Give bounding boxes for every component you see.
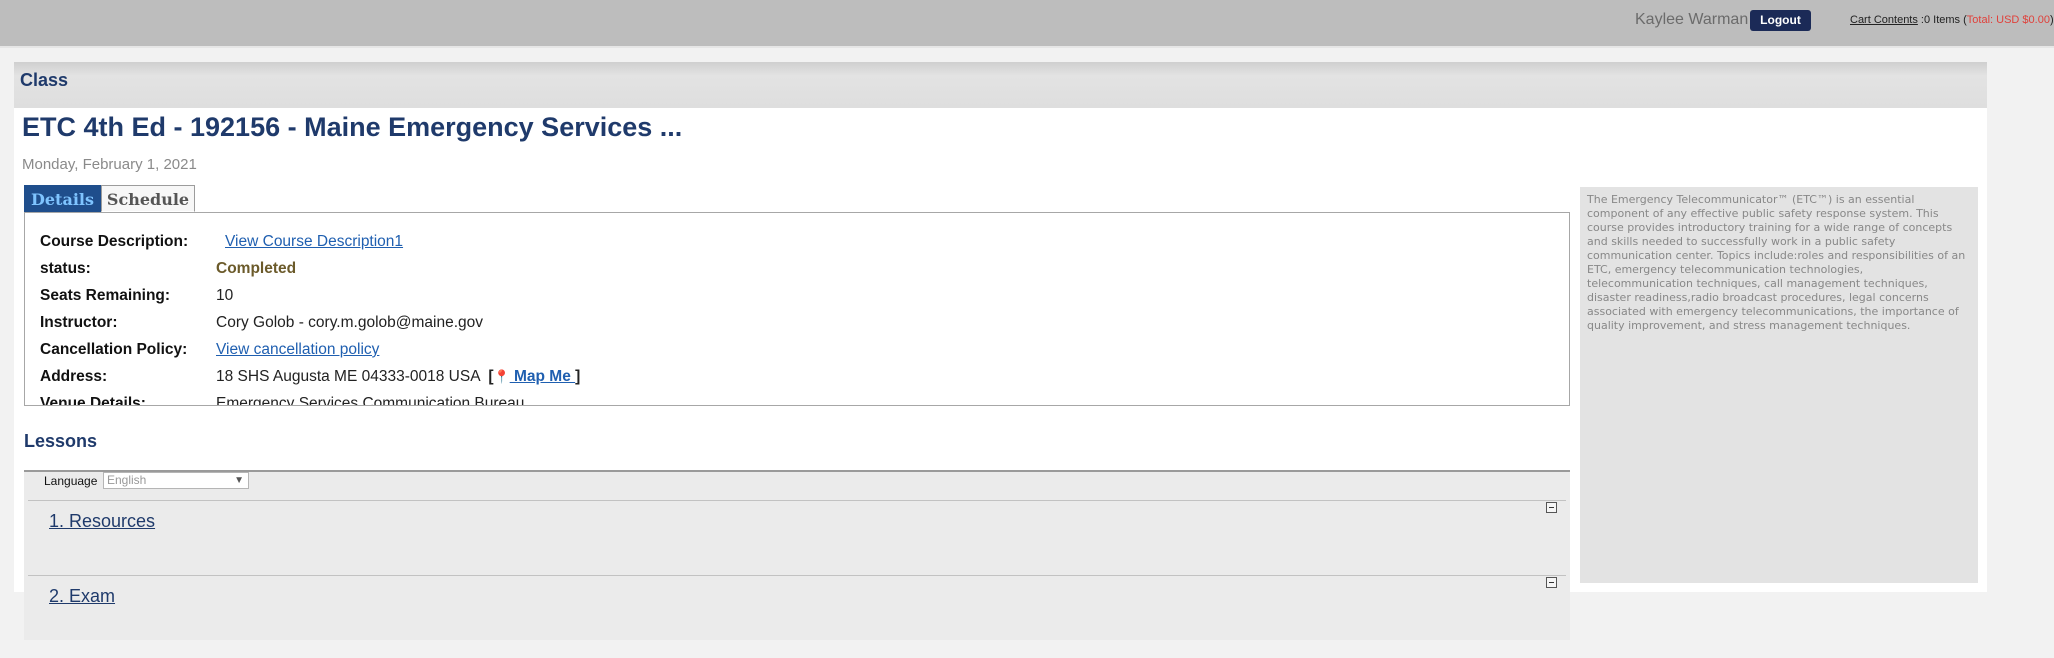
collapse-icon[interactable]: [1546, 502, 1557, 513]
map-me-link[interactable]: Map Me: [510, 368, 575, 385]
lesson-divider: [28, 500, 1566, 501]
cart-contents-link[interactable]: Cart Contents: [1850, 14, 1918, 26]
seats-label: Seats Remaining:: [40, 287, 171, 304]
address-value-group: 18 SHS Augusta ME 04333-0018 USA [📍 Map …: [216, 368, 580, 386]
instructor-value: Cory Golob - cory.m.golob@maine.gov: [216, 314, 483, 331]
address-value: 18 SHS Augusta ME 04333-0018 USA: [216, 368, 480, 385]
view-cancellation-policy-link[interactable]: View cancellation policy: [216, 341, 379, 359]
language-selected-value: English: [107, 473, 147, 487]
language-label: Language: [44, 474, 98, 488]
course-summary-text: The Emergency Telecommunicator™ (ETC™) i…: [1587, 193, 1966, 332]
view-course-description-link[interactable]: View Course Description1: [225, 233, 403, 251]
user-name: Kaylee Warman: [1635, 11, 1749, 28]
tab-details[interactable]: Details: [24, 185, 101, 212]
instructor-label: Instructor:: [40, 314, 118, 331]
address-label: Address:: [40, 368, 108, 385]
map-pin-icon: 📍: [493, 369, 510, 384]
lesson-item-resources[interactable]: 1. Resources: [49, 511, 155, 532]
section-title: Class: [20, 70, 69, 90]
page-title: ETC 4th Ed - 192156 - Maine Emergency Se…: [22, 112, 683, 142]
logout-button[interactable]: Logout: [1750, 10, 1811, 31]
cart-summary: Cart Contents :0 Items (Total: USD $0.00…: [1850, 14, 2054, 26]
venue-label: Venue Details:: [40, 395, 146, 406]
status-value: Completed: [216, 260, 297, 277]
cart-items-count: :0 Items (: [1917, 14, 1967, 26]
seats-value: 10: [216, 287, 234, 304]
section-header: Class: [14, 62, 1987, 108]
cart-total: Total: USD $0.00: [1966, 14, 2050, 26]
lessons-title: Lessons: [24, 431, 98, 451]
course-summary-panel: The Emergency Telecommunicator™ (ETC™) i…: [1580, 187, 1978, 583]
cart-close-paren: ): [2049, 14, 2054, 26]
lesson-divider: [28, 575, 1566, 576]
venue-value: Emergency Services Communication Bureau: [216, 395, 525, 406]
tab-schedule[interactable]: Schedule: [101, 185, 195, 212]
cancellation-label: Cancellation Policy:: [40, 341, 188, 358]
course-date: Monday, February 1, 2021: [22, 156, 197, 173]
status-label: status:: [40, 260, 91, 277]
language-select[interactable]: English ▼: [103, 472, 249, 489]
details-panel: Course Description: View Course Descript…: [24, 212, 1570, 406]
chevron-down-icon: ▼: [234, 475, 244, 486]
lesson-item-exam[interactable]: 2. Exam: [49, 586, 115, 607]
lessons-area: [24, 470, 1570, 640]
bracket-close: ]: [575, 368, 581, 385]
course-description-label: Course Description:: [40, 233, 189, 250]
collapse-icon[interactable]: [1546, 577, 1557, 588]
